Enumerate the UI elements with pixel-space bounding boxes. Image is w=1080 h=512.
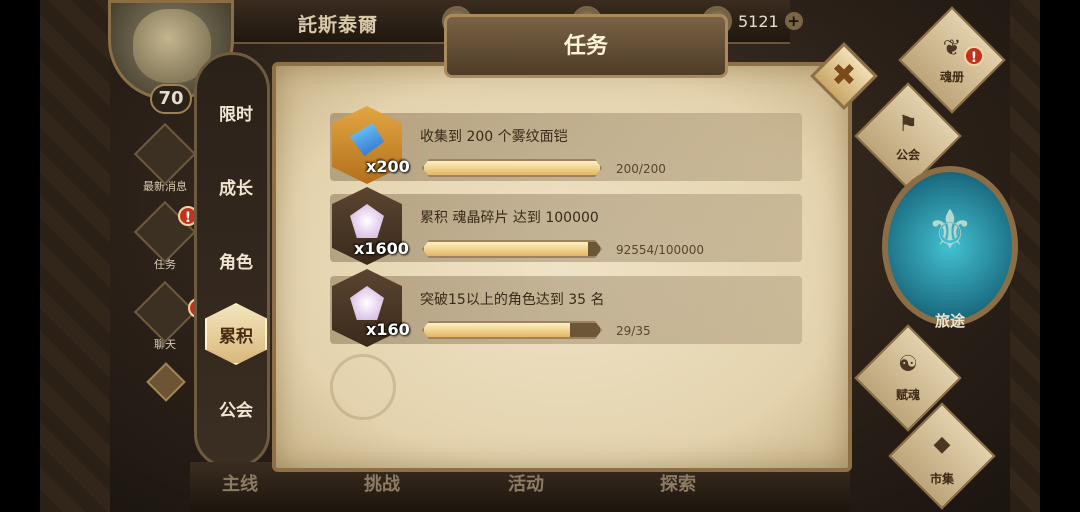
journey-emblem-icon: ⚜ [925, 198, 975, 261]
mission-category-tabs: 限时 成长 角色 累积 公会 [194, 52, 270, 468]
nav-event[interactable]: 活动 [508, 470, 544, 496]
empty-slot-watermark-icon [330, 354, 396, 420]
nav-challenge[interactable]: 挑战 [364, 470, 400, 496]
add-crystal-icon[interactable]: + [784, 12, 803, 30]
soul-book-alert-icon: ! [964, 46, 984, 66]
player-level-badge: 70 [150, 84, 192, 114]
guild-icon: ⚑ [898, 112, 918, 137]
journey-label: 旅途 [934, 312, 965, 330]
mission-progress-text: 92554/100000 [616, 243, 705, 257]
expand-diamond-icon[interactable] [146, 362, 186, 402]
progress-fill [424, 161, 600, 175]
close-icon[interactable]: ✖ [820, 52, 868, 100]
left-decor-tiles [40, 0, 110, 512]
mission-progress-text: 29/35 [616, 324, 651, 338]
soul-book-label: 魂册 [939, 70, 964, 84]
chat-icon [133, 280, 197, 344]
nav-explore[interactable]: 探索 [660, 470, 696, 496]
market-icon: ◆ [933, 432, 951, 457]
mission-progress-bar [422, 321, 602, 339]
talent-label: 赋魂 [895, 388, 920, 402]
news-icon [133, 122, 197, 186]
sidebar-news[interactable]: 最新消息 [133, 122, 197, 194]
game-scene: 託斯泰爾 230 3549 5121 + 70 最新消息 任务 ! 聊天 ! 限… [40, 0, 1040, 512]
nav-main-story[interactable]: 主线 [222, 470, 258, 496]
tab-growth[interactable]: 成长 [205, 155, 267, 217]
sidebar-chat[interactable]: 聊天 [133, 280, 197, 352]
mission-progress-text: 200/200 [616, 162, 666, 176]
progress-fill [424, 242, 588, 256]
tab-accumulate[interactable]: 累积 [205, 303, 267, 365]
mission-description: 累积 魂晶碎片 达到 100000 [420, 210, 599, 226]
resource-value: 5121 [738, 11, 779, 31]
reward-quantity: x160 [366, 320, 410, 339]
panel-title: 任务 [563, 34, 608, 59]
mission-description: 收集到 200 个雾纹面铠 [420, 129, 568, 145]
screen-bezel-left [0, 0, 40, 512]
reward-quantity: x1600 [354, 239, 409, 258]
reward-quantity: x200 [366, 157, 410, 176]
tab-limited[interactable]: 限时 [205, 81, 267, 143]
tab-guild[interactable]: 公会 [205, 377, 267, 439]
market-label: 市集 [929, 472, 954, 486]
mission-description: 突破15以上的角色达到 35 名 [420, 292, 605, 308]
guild-label: 公会 [895, 148, 920, 162]
player-name: 託斯泰爾 [298, 14, 379, 36]
screen-bezel-right [1040, 0, 1080, 512]
tab-character[interactable]: 角色 [205, 229, 267, 291]
mission-progress-bar [422, 159, 602, 177]
talent-icon: ☯ [898, 352, 918, 377]
progress-fill [424, 323, 571, 337]
mission-progress-bar [422, 240, 602, 258]
